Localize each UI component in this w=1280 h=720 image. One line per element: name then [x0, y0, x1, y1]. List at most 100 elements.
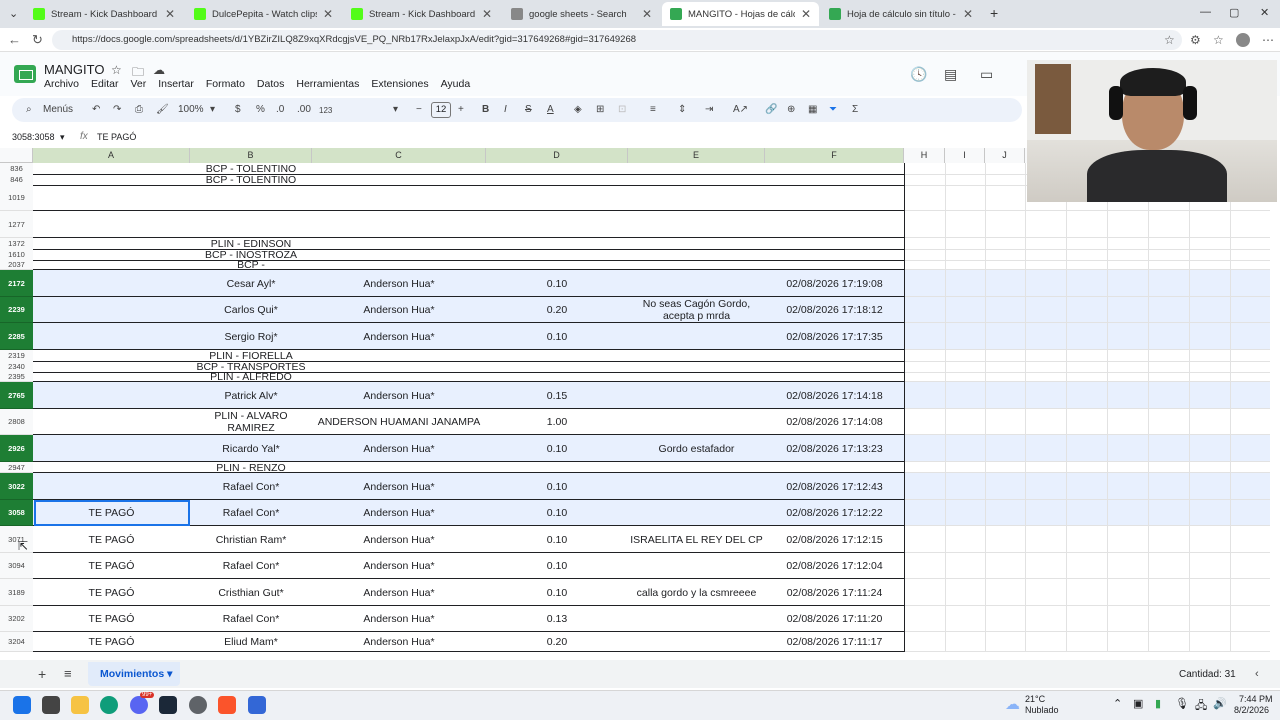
cell-f[interactable] [765, 185, 904, 211]
text-wrap-icon[interactable]: ⇥ [705, 104, 713, 115]
more-options-icon[interactable]: ⋯ [1262, 33, 1274, 47]
column-header[interactable]: A [33, 148, 190, 163]
tab-list-icon[interactable]: ⌄ [9, 7, 18, 20]
menu-item[interactable]: Ayuda [441, 78, 471, 90]
menu-item[interactable]: Formato [206, 78, 245, 90]
redo-icon[interactable]: ↷ [113, 104, 121, 115]
task-view-icon[interactable] [42, 696, 60, 714]
cell-c[interactable]: Anderson Hua* [312, 435, 486, 462]
cell-f[interactable]: 02/08/2026 17:11:20 [765, 606, 904, 632]
browser-tab[interactable]: Hoja de cálculo sin título - Hojas d ✕ [821, 2, 981, 26]
cell-a[interactable] [33, 372, 190, 382]
cell-d[interactable] [486, 462, 628, 473]
cell-e[interactable] [628, 473, 765, 500]
selection-count[interactable]: Cantidad: 31 [1179, 669, 1236, 680]
edge-browser-icon[interactable] [100, 696, 118, 714]
cell-e[interactable] [628, 462, 765, 473]
cell-d[interactable]: 0.10 [486, 323, 628, 350]
cell-d[interactable] [486, 185, 628, 211]
cell-c[interactable] [312, 260, 486, 270]
cloud-status-icon[interactable]: ☁ [153, 63, 165, 77]
back-icon[interactable]: ← [8, 32, 21, 47]
row-header[interactable]: 2037 [0, 260, 33, 270]
explore-chevron-icon[interactable]: ‹ [1255, 668, 1259, 680]
paint-format-icon[interactable]: 🖌 [156, 104, 169, 115]
notes-app-icon[interactable] [248, 696, 266, 714]
tray-app-icon[interactable]: ▣ [1133, 697, 1143, 710]
add-sheet-icon[interactable]: + [38, 666, 46, 682]
reload-icon[interactable]: ↻ [32, 32, 43, 48]
font-size-decrease-icon[interactable]: − [416, 104, 422, 115]
cell-a[interactable] [33, 211, 190, 238]
borders-icon[interactable]: ⊞ [596, 104, 604, 115]
cell-c[interactable]: Anderson Hua* [312, 270, 486, 297]
percent-format-button[interactable]: % [256, 104, 265, 115]
cell-d[interactable] [486, 211, 628, 238]
cell-d[interactable]: 0.10 [486, 579, 628, 606]
cell-d[interactable]: 0.20 [486, 632, 628, 652]
column-header[interactable]: I [945, 148, 985, 163]
cell-c[interactable]: Anderson Hua* [312, 526, 486, 553]
column-header[interactable]: D [486, 148, 628, 163]
cell-f[interactable] [765, 462, 904, 473]
row-header[interactable]: 2926 [0, 435, 33, 462]
cell-e[interactable]: No seas Cagón Gordo, acepta p mrda [628, 297, 765, 323]
cell-d[interactable] [486, 260, 628, 270]
cell-b[interactable]: BCP - [190, 260, 312, 270]
cell-f[interactable]: 02/08/2026 17:14:08 [765, 409, 904, 435]
cell-e[interactable] [628, 270, 765, 297]
cell-b[interactable]: Eliud Mam* [190, 632, 312, 652]
file-explorer-icon[interactable] [71, 696, 89, 714]
cell-e[interactable]: ISRAELITA EL REY DEL CP [628, 526, 765, 553]
cell-a[interactable] [33, 409, 190, 435]
row-header[interactable]: 3094 [0, 553, 33, 579]
cell-b[interactable] [190, 211, 312, 238]
cell-b[interactable]: Christian Ram* [190, 526, 312, 553]
favorites-icon[interactable]: ☆ [1213, 33, 1224, 47]
browser-tab[interactable]: google sheets - Search ✕ [503, 2, 660, 26]
cell-c[interactable]: ANDERSON HUAMANI JANAMPA [312, 409, 486, 435]
cell-b[interactable]: Ricardo Yal* [190, 435, 312, 462]
cell-b[interactable]: Rafael Con* [190, 473, 312, 500]
cell-a[interactable] [33, 382, 190, 409]
tab-close-icon[interactable]: ✕ [963, 7, 973, 21]
all-sheets-icon[interactable]: ≡ [64, 666, 72, 681]
tray-overflow-icon[interactable]: ⌃ [1113, 697, 1122, 710]
row-header[interactable]: 1277 [0, 211, 33, 238]
extensions-icon[interactable]: ⚙ [1190, 33, 1201, 47]
row-header[interactable]: 2947 [0, 462, 33, 473]
cell-b[interactable]: Rafael Con* [190, 606, 312, 632]
cell-b[interactable]: Rafael Con* [190, 553, 312, 579]
cell-f[interactable]: 02/08/2026 17:14:18 [765, 382, 904, 409]
functions-icon[interactable]: Σ [852, 104, 858, 115]
sheet-tab-movimientos[interactable]: Movimientos ▾ [88, 662, 180, 686]
cell-f[interactable]: 02/08/2026 17:12:15 [765, 526, 904, 553]
cell-b[interactable]: Patrick Alv* [190, 382, 312, 409]
cell-f[interactable]: 02/08/2026 17:13:23 [765, 435, 904, 462]
cell-a[interactable]: TE PAGÓ [33, 606, 190, 632]
minimize-icon[interactable]: — [1200, 6, 1211, 18]
maximize-icon[interactable]: ▢ [1229, 6, 1239, 19]
cell-e[interactable] [628, 323, 765, 350]
cell-f[interactable]: 02/08/2026 17:18:12 [765, 297, 904, 323]
cell-e[interactable]: calla gordo y la csmreeee [628, 579, 765, 606]
row-header[interactable]: 3058 [0, 500, 33, 526]
search-menus-label[interactable]: Menús [43, 104, 73, 115]
cell-c[interactable] [312, 185, 486, 211]
row-header[interactable]: 2808 [0, 409, 33, 435]
url-field[interactable]: https://docs.google.com/spreadsheets/d/1… [52, 30, 1182, 50]
cell-c[interactable] [312, 372, 486, 382]
horizontal-align-icon[interactable]: ≡ [650, 104, 656, 115]
zoom-select[interactable]: 100% [178, 104, 204, 115]
column-header[interactable]: F [765, 148, 904, 163]
cell-e[interactable] [628, 553, 765, 579]
cell-a[interactable] [33, 270, 190, 297]
cell-a[interactable]: TE PAGÓ [33, 553, 190, 579]
cell-c[interactable]: Anderson Hua* [312, 553, 486, 579]
cell-b[interactable]: Cesar Ayl* [190, 270, 312, 297]
browser-tab[interactable]: Stream - Kick Dashboard ✕ [25, 2, 183, 26]
cell-e[interactable] [628, 409, 765, 435]
name-box[interactable]: 3058:3058 [12, 132, 55, 142]
print-icon[interactable]: ⎙ [135, 104, 143, 115]
windows-start-icon[interactable] [13, 696, 31, 714]
